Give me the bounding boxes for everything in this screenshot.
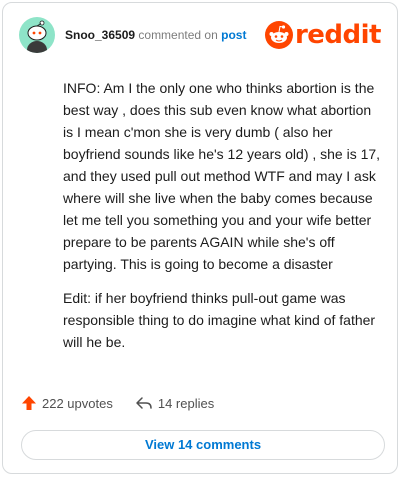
- snoo-avatar-icon[interactable]: [19, 17, 55, 53]
- comment-header: Snoo_36509 commented on post reddit: [19, 17, 382, 53]
- comment-paragraph-edit: Edit: if her boyfriend thinks pull-out g…: [63, 290, 376, 350]
- comment-actions: 222 upvotes 14 replies: [21, 395, 214, 411]
- comment-paragraph: INFO: Am I the only one who thinks abort…: [63, 80, 381, 272]
- reply-arrow-icon: [136, 397, 152, 409]
- view-comments-button[interactable]: View 14 comments: [21, 430, 385, 460]
- replies-button[interactable]: 14 replies: [135, 395, 214, 411]
- author-line: Snoo_36509 commented on post: [65, 28, 246, 42]
- comment-body: INFO: Am I the only one who thinks abort…: [63, 77, 383, 365]
- upvote-button[interactable]: 222 upvotes: [21, 395, 113, 411]
- username-link[interactable]: Snoo_36509: [65, 28, 135, 42]
- upvote-count: 222 upvotes: [42, 395, 113, 411]
- action-text: commented on: [138, 28, 218, 42]
- reddit-wordmark: reddit: [294, 20, 382, 50]
- reply-count: 14 replies: [157, 395, 215, 411]
- comment-card: Snoo_36509 commented on post reddit INFO…: [2, 2, 398, 474]
- post-link[interactable]: post: [221, 28, 246, 42]
- reddit-alien-icon: [264, 21, 293, 49]
- reddit-logo[interactable]: reddit: [264, 20, 382, 50]
- upvote-arrow-icon: [22, 396, 36, 410]
